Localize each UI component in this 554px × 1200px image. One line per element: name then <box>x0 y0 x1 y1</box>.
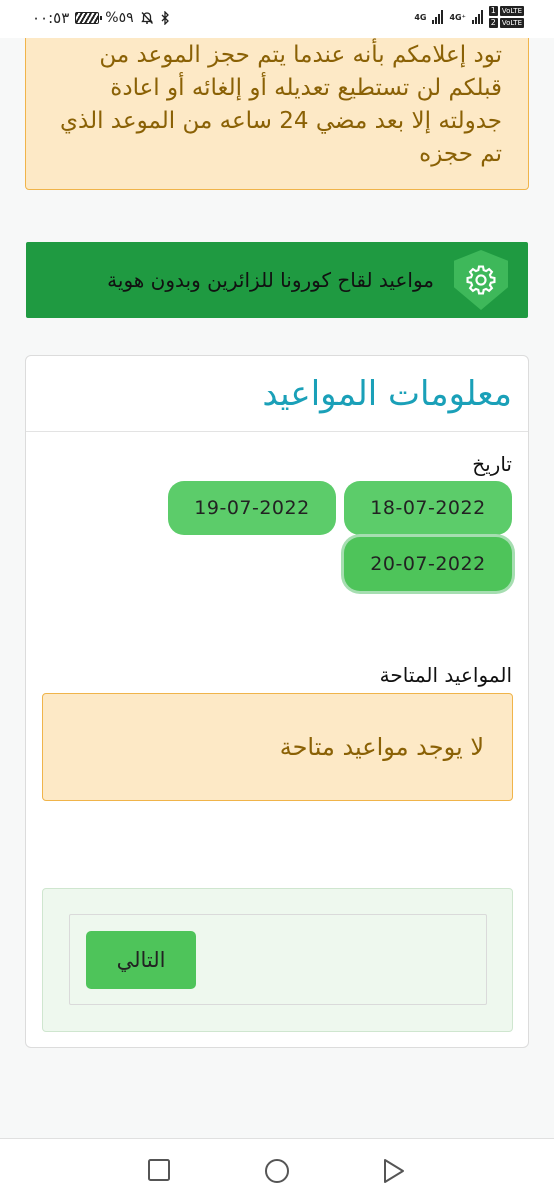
page-title: معلومات المواعيد <box>262 373 512 414</box>
gear-icon <box>454 250 508 310</box>
home-icon[interactable] <box>264 1158 290 1184</box>
available-slots-label: المواعيد المتاحة <box>379 663 512 687</box>
battery-percent: %٥٩ <box>105 10 134 26</box>
sim-1-label: 1 <box>488 6 498 16</box>
form-footer: التالي <box>42 888 513 1032</box>
volte-badge-2: VoLTE <box>499 18 524 28</box>
network-type-2: 4G⁺ <box>449 12 466 22</box>
signal-icon-1 <box>432 10 444 24</box>
date-label: تاريخ <box>472 452 512 476</box>
no-slots-alert: لا يوجد مواعيد متاحة <box>42 693 513 801</box>
next-button[interactable]: التالي <box>86 931 196 989</box>
volte-sim-1: 1 VoLTE <box>488 6 524 16</box>
vaccine-banner-label: مواعيد لقاح كورونا للزائرين وبدون هوية <box>107 268 434 292</box>
vaccine-banner[interactable]: مواعيد لقاح كورونا للزائرين وبدون هوية <box>26 242 528 318</box>
footer-inner: التالي <box>69 914 487 1005</box>
bluetooth-icon <box>161 11 169 25</box>
date-option-18-07-2022[interactable]: 18-07-2022 <box>344 481 512 535</box>
no-slots-text: لا يوجد مواعيد متاحة <box>279 733 484 761</box>
battery-icon <box>75 12 103 24</box>
volte-badge-1: VoLTE <box>499 6 524 16</box>
status-left: ٠٠:٥٣ %٥٩ <box>32 9 170 27</box>
recent-apps-icon[interactable] <box>147 1158 171 1182</box>
card-header: معلومات المواعيد <box>26 356 528 432</box>
status-time: ٠٠:٥٣ <box>32 9 70 27</box>
network-type-1: 4G <box>414 12 427 22</box>
status-right: 4G 4G⁺ 1 VoLTE 2 VoLTE <box>414 6 524 28</box>
mute-icon <box>140 12 153 24</box>
sim-2-label: 2 <box>488 18 498 28</box>
date-option-19-07-2022[interactable]: 19-07-2022 <box>168 481 336 535</box>
signal-icon-2 <box>471 10 483 24</box>
screen: ٠٠:٥٣ %٥٩ 4G 4G⁺ 1 VoLTE 2 VoLTE تود إعل… <box>0 0 554 1200</box>
date-option-20-07-2022[interactable]: 20-07-2022 <box>344 537 512 591</box>
gear-icon-svg <box>466 265 496 295</box>
status-bar: ٠٠:٥٣ %٥٩ 4G 4G⁺ 1 VoLTE 2 VoLTE <box>0 0 554 38</box>
volte-sim-2: 2 VoLTE <box>488 18 524 28</box>
volte-indicators: 1 VoLTE 2 VoLTE <box>488 6 524 28</box>
appointments-card: معلومات المواعيد تاريخ 18-07-2022 19-07-… <box>25 355 529 1048</box>
system-nav-bar <box>0 1139 554 1200</box>
back-icon[interactable] <box>382 1158 406 1184</box>
booking-warning-text: تود إعلامكم بأنه عندما يتم حجز الموعد من… <box>60 42 502 167</box>
booking-warning: تود إعلامكم بأنه عندما يتم حجز الموعد من… <box>25 14 529 190</box>
